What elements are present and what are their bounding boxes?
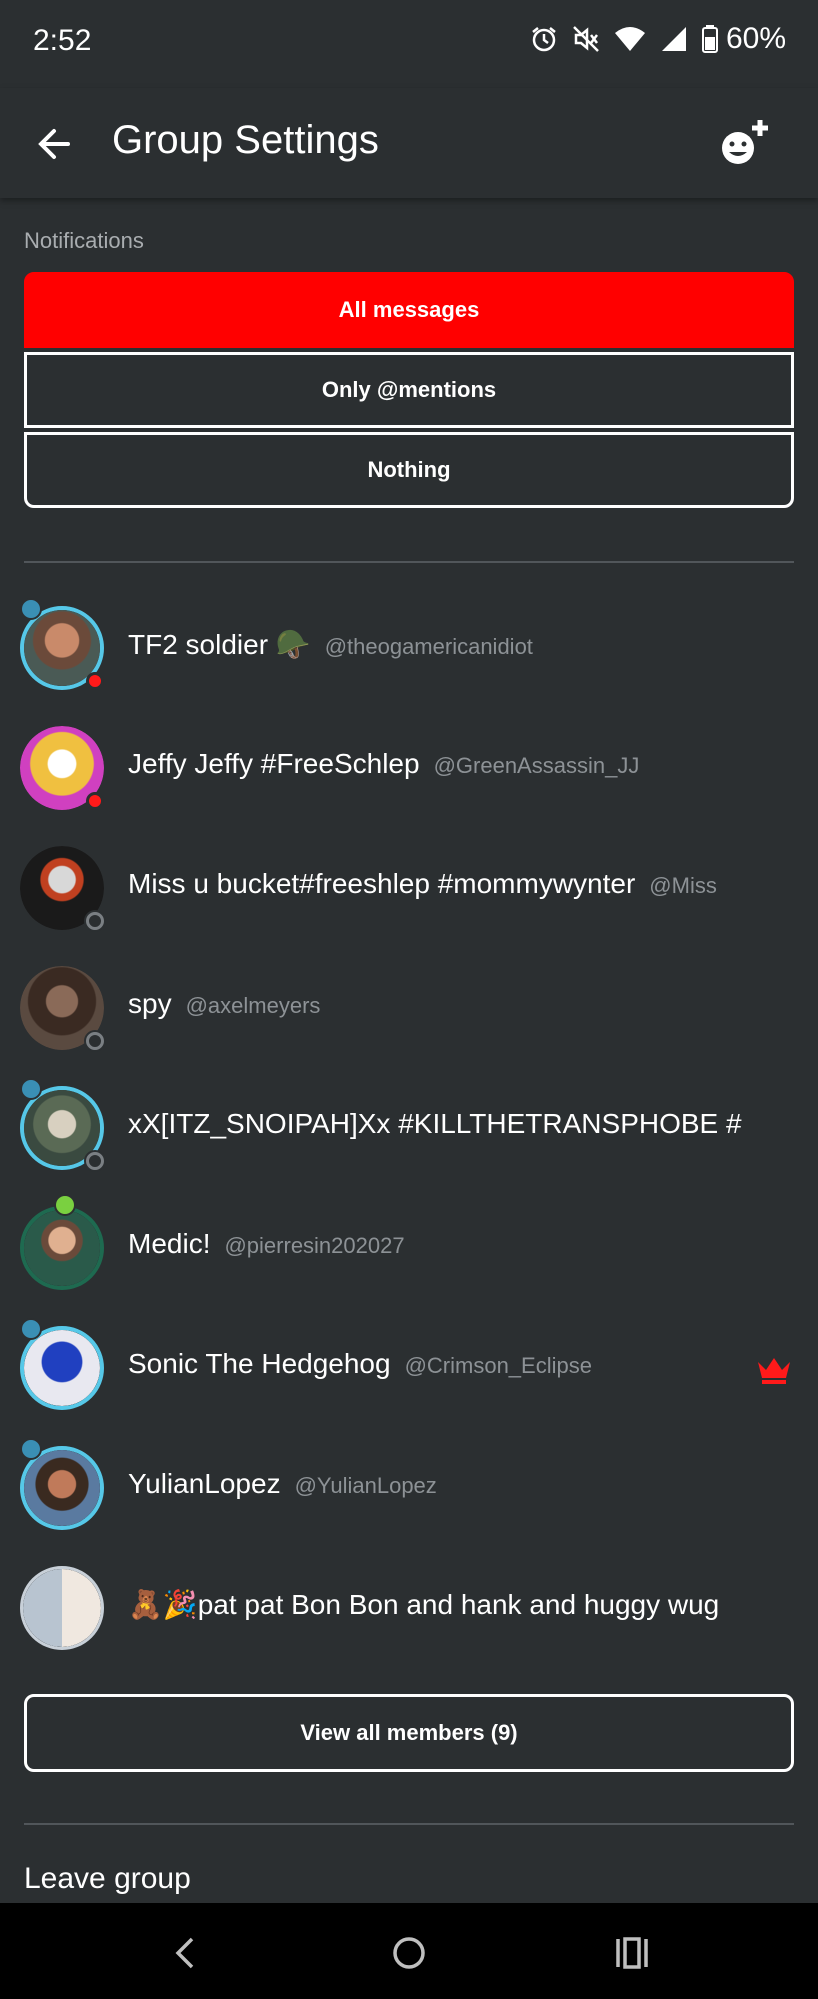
member-name: spy	[128, 988, 172, 1019]
member-name-container: Jeffy Jeffy #FreeSchlep @GreenAssassin_JJ	[128, 748, 639, 780]
nitro-badge-icon	[20, 598, 42, 620]
member-handle: @Miss	[649, 873, 717, 898]
divider	[24, 561, 794, 563]
alarm-icon	[532, 27, 556, 52]
member-name-container: Medic! @pierresin202027	[128, 1228, 405, 1260]
offline-status-icon	[86, 1032, 104, 1050]
app-bar: Group Settings	[0, 88, 818, 198]
avatar	[20, 1206, 104, 1290]
add-member-icon[interactable]	[716, 116, 772, 172]
member-row[interactable]: spy @axelmeyers	[0, 948, 818, 1068]
member-row[interactable]: 🧸🎉pat pat Bon Bon and hank and huggy wug	[0, 1548, 818, 1668]
member-name-container: 🧸🎉pat pat Bon Bon and hank and huggy wug	[128, 1588, 792, 1621]
member-name-container: TF2 soldier 🪖 @theogamericanidiot	[128, 628, 533, 661]
member-name-container: YulianLopez @YulianLopez	[128, 1468, 437, 1500]
member-name-container: spy @axelmeyers	[128, 988, 320, 1020]
dnd-status-icon	[86, 672, 104, 690]
member-row[interactable]: TF2 soldier 🪖 @theogamericanidiot	[0, 588, 818, 708]
member-name-container: xX[ITZ_SNOIPAH]Xx #KILLTHETRANSPHOBE #	[128, 1108, 792, 1140]
status-bar: 2:52 60%	[0, 0, 818, 88]
page-title: Group Settings	[112, 118, 379, 162]
status-icons: 60%	[530, 22, 786, 56]
notif-nothing-button[interactable]: Nothing	[24, 432, 794, 508]
member-handle: @axelmeyers	[185, 993, 321, 1018]
mute-icon	[573, 26, 599, 52]
member-row[interactable]: Sonic The Hedgehog @Crimson_Eclipse	[0, 1308, 818, 1428]
notif-all-messages-button[interactable]: All messages	[24, 272, 794, 348]
member-handle: @GreenAssassin_JJ	[433, 753, 640, 778]
offline-status-icon	[86, 1152, 104, 1170]
wifi-icon	[614, 27, 645, 51]
member-row[interactable]: xX[ITZ_SNOIPAH]Xx #KILLTHETRANSPHOBE #	[0, 1068, 818, 1188]
member-handle: @YulianLopez	[294, 1473, 437, 1498]
signal-icon	[661, 27, 686, 51]
view-all-members-button[interactable]: View all members (9)	[24, 1694, 794, 1772]
member-row[interactable]: YulianLopez @YulianLopez	[0, 1428, 818, 1548]
battery-icon	[701, 25, 718, 53]
member-name: Sonic The Hedgehog	[128, 1348, 391, 1379]
offline-status-icon	[86, 912, 104, 930]
member-name: xX[ITZ_SNOIPAH]Xx #KILLTHETRANSPHOBE #	[128, 1108, 742, 1139]
battery-percent: 60%	[725, 22, 786, 55]
member-name: Jeffy Jeffy #FreeSchlep	[128, 748, 420, 779]
nav-back-icon[interactable]	[164, 1931, 208, 1975]
leave-group-button[interactable]: Leave group	[24, 1862, 191, 1896]
notifications-label: Notifications	[24, 228, 144, 253]
member-name-container: Sonic The Hedgehog @Crimson_Eclipse	[128, 1348, 592, 1380]
nav-recents-icon[interactable]	[610, 1931, 654, 1975]
nav-home-icon[interactable]	[387, 1931, 431, 1975]
member-handle: @pierresin202027	[224, 1233, 405, 1258]
status-time: 2:52	[33, 24, 92, 57]
arrow-left-icon[interactable]	[34, 122, 78, 166]
member-name: YulianLopez	[128, 1468, 281, 1499]
member-name: TF2 soldier 🪖	[128, 629, 311, 660]
member-row[interactable]: Jeffy Jeffy #FreeSchlep @GreenAssassin_JJ	[0, 708, 818, 828]
member-handle: @Crimson_Eclipse	[404, 1353, 592, 1378]
avatar	[20, 1566, 104, 1650]
member-handle: @theogamericanidiot	[324, 634, 533, 659]
nitro-badge-icon	[20, 1438, 42, 1460]
member-name: Miss u bucket#freeshlep #mommywynter	[128, 868, 636, 899]
nitro-badge-icon	[20, 1078, 42, 1100]
divider	[24, 1823, 794, 1825]
system-nav-bar	[0, 1903, 818, 1999]
dnd-status-icon	[86, 792, 104, 810]
member-row[interactable]: Medic! @pierresin202027	[0, 1188, 818, 1308]
member-name: Medic!	[128, 1228, 211, 1259]
member-row[interactable]: Miss u bucket#freeshlep #mommywynter @Mis…	[0, 828, 818, 948]
nitro-badge-icon	[20, 1318, 42, 1340]
crown-icon	[758, 1358, 790, 1384]
member-name: 🧸🎉pat pat Bon Bon and hank and huggy wug	[128, 1589, 720, 1620]
member-name-container: Miss u bucket#freeshlep #mommywynter @Mis…	[128, 868, 792, 900]
notif-mentions-button[interactable]: Only @mentions	[24, 352, 794, 428]
lock-badge-icon	[54, 1194, 76, 1216]
